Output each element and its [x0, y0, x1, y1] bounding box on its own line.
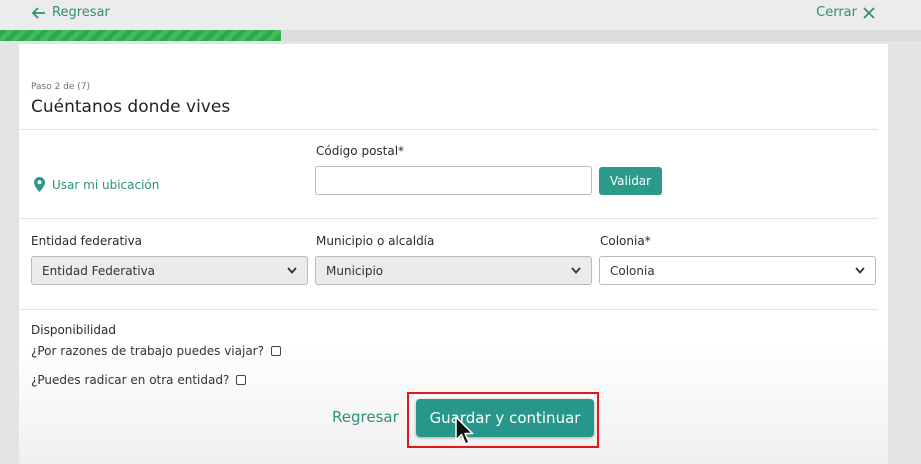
- neighborhood-select-value: Colonia: [610, 263, 655, 278]
- use-location-label: Usar mi ubicación: [52, 177, 160, 192]
- save-continue-button[interactable]: Guardar y continuar: [416, 399, 594, 437]
- postal-code-input[interactable]: [315, 166, 592, 195]
- municipality-select-value: Municipio: [326, 263, 384, 278]
- arrow-left-icon: [32, 6, 45, 19]
- progress-bar: [0, 30, 921, 41]
- progress-fill: [0, 30, 281, 41]
- municipality-label: Municipio o alcaldía: [316, 234, 435, 248]
- relocate-checkbox[interactable]: [236, 375, 247, 385]
- back-link[interactable]: Regresar: [32, 5, 110, 20]
- postal-code-label: Código postal*: [316, 144, 405, 158]
- relocate-question-label: ¿Puedes radicar en otra entidad?: [31, 373, 230, 387]
- state-select[interactable]: Entidad Federativa: [31, 256, 308, 285]
- back-link-label: Regresar: [52, 5, 110, 20]
- close-link-label: Cerrar: [816, 5, 857, 20]
- use-location-link[interactable]: Usar mi ubicación: [34, 177, 159, 192]
- mouse-cursor-icon: [455, 416, 474, 445]
- chevron-down-icon: [855, 267, 865, 274]
- divider: [19, 129, 878, 130]
- state-select-value: Entidad Federativa: [42, 263, 156, 278]
- neighborhood-label: Colonia*: [600, 234, 651, 248]
- relocate-question: ¿Puedes radicar en otra entidad?: [31, 373, 247, 387]
- availability-title: Disponibilidad: [31, 323, 116, 337]
- state-label: Entidad federativa: [31, 234, 143, 248]
- chevron-down-icon: [287, 267, 297, 274]
- travel-question: ¿Por razones de trabajo puedes viajar?: [31, 344, 281, 358]
- municipality-select[interactable]: Municipio: [315, 256, 592, 285]
- page-title: Cuéntanos donde vives: [31, 97, 231, 117]
- back-button[interactable]: Regresar: [332, 408, 399, 426]
- travel-checkbox[interactable]: [270, 346, 281, 356]
- close-icon: [863, 6, 875, 19]
- close-link[interactable]: Cerrar: [816, 5, 875, 20]
- validate-button[interactable]: Validar: [599, 167, 662, 195]
- step-indicator: Paso 2 de (7): [31, 82, 91, 92]
- form-card: Paso 2 de (7) Cuéntanos donde vives Usar…: [19, 44, 888, 464]
- divider: [19, 309, 878, 310]
- travel-question-label: ¿Por razones de trabajo puedes viajar?: [31, 344, 264, 358]
- chevron-down-icon: [571, 267, 581, 274]
- top-bar: Regresar Cerrar: [0, 0, 921, 30]
- divider: [19, 218, 878, 219]
- location-pin-icon: [34, 177, 45, 192]
- neighborhood-select[interactable]: Colonia: [599, 256, 876, 285]
